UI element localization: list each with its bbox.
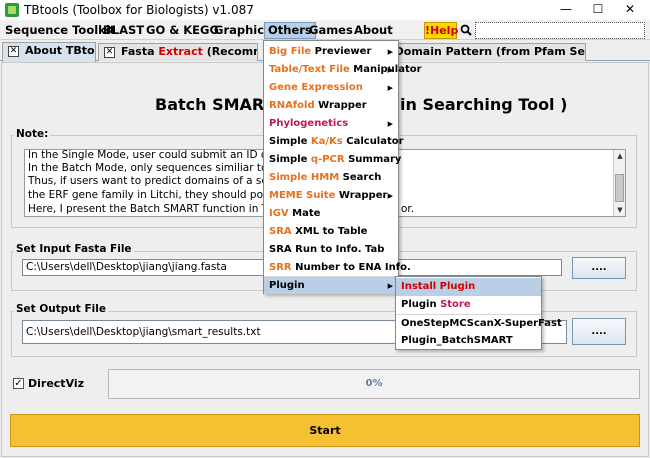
search-icon[interactable] — [460, 24, 472, 36]
menu-item-sra-run-to-info-tab[interactable]: SRA Run to Info. Tab — [264, 241, 398, 259]
window-title: TBtools (Toolbox for Biologists) v1.087 — [24, 3, 254, 17]
menu-games[interactable]: Games — [306, 22, 356, 39]
menu-item-label-accent: MEME Suite — [269, 190, 336, 201]
output-label: Set Output File — [14, 303, 108, 315]
menu-bar: Sequence Toolkit BLAST GO & KEGG Graphic… — [0, 20, 650, 40]
menu-item-label: Plugin_BatchSMART — [401, 335, 513, 346]
plugin-menu-item-plugin-store[interactable]: Plugin Store — [396, 296, 541, 314]
menu-item-label: Number to ENA Info. — [291, 262, 411, 273]
menu-item-label: Ka/Ks — [310, 136, 343, 147]
menu-item-big-file-previewer[interactable]: Big File Previewer ▶ — [264, 43, 398, 61]
menu-item-label: Previewer — [311, 46, 372, 57]
submenu-arrow-icon: ▶ — [387, 120, 393, 128]
menu-item-label-accent: Plugin — [401, 299, 441, 310]
menu-item-label: Wrapper — [314, 100, 367, 111]
menu-item-label: Manipulator — [349, 64, 422, 75]
menu-item-label: XML to Table — [291, 226, 368, 237]
close-button[interactable]: ✕ — [615, 1, 645, 18]
menu-item-gene-expression[interactable]: Gene Expression ▶ — [264, 79, 398, 97]
others-dropdown-menu: Big File Previewer ▶ Table/Text File Manip… — [263, 40, 422, 294]
page-title-tail: in Searching Tool ) — [400, 95, 568, 114]
menu-item-meme-suite-wrapper[interactable]: MEME Suite Wrapper ▶ — [264, 187, 398, 205]
menu-item-label: SRA Run to Info. Tab — [269, 244, 385, 255]
progress-bar: 0% — [108, 369, 640, 399]
input-label: Set Input Fasta File — [14, 243, 134, 255]
menu-item-table-text-manipulator[interactable]: Table/Text File Manipulator ▶ — [264, 61, 422, 79]
input-browse-button[interactable]: .... — [572, 257, 626, 279]
menu-item-srr-number-to-ena-info[interactable]: SRR Number to ENA Info. — [264, 259, 411, 277]
menu-item-label-accent: Table/Text File — [269, 64, 350, 75]
tab-label: Fasta — [121, 45, 159, 58]
menu-item-label-accent: SRR — [269, 262, 292, 273]
maximize-button[interactable]: ☐ — [583, 1, 613, 18]
menu-item-label: OneStepMCScanX-SuperFast — [401, 318, 562, 329]
menu-item-phylogenetics[interactable]: Phylogenetics ▶ — [264, 115, 398, 133]
menu-item-label-accent: IGV — [269, 208, 289, 219]
title-bar: TBtools (Toolbox for Biologists) v1.087 … — [0, 0, 650, 20]
menu-item-sra-xml-to-table[interactable]: SRA XML to Table — [264, 223, 398, 241]
directviz-checkbox[interactable]: ✓ — [13, 378, 24, 389]
tab-label-highlight: Extract — [158, 45, 203, 58]
tab-fasta-extract[interactable]: ✕ Fasta Extract (Recommended) — [98, 43, 258, 61]
menu-item-label-accent: Simple — [269, 136, 311, 147]
menu-item-label-accent: Install — [401, 281, 437, 292]
menu-item-simple-hmm-search[interactable]: Simple HMM Search — [264, 169, 398, 187]
plugin-menu-item-onestep-mcscanx-superfast[interactable]: OneStepMCScanX-SuperFast — [396, 314, 562, 332]
scroll-thumb[interactable] — [615, 174, 624, 202]
tab-label-tail: (Recommended) — [206, 45, 257, 58]
plugin-menu-item-plugin-batchsmart[interactable]: Plugin_BatchSMART — [396, 332, 541, 350]
menu-blast[interactable]: BLAST — [100, 22, 147, 39]
menu-item-simple-qpcr-summary[interactable]: Simple q-PCR Summary — [264, 151, 401, 169]
menu-item-label: Search — [339, 172, 382, 183]
search-input[interactable] — [475, 22, 645, 39]
submenu-arrow-icon: ▶ — [387, 84, 393, 92]
start-button[interactable]: Start — [10, 414, 640, 447]
app-icon — [5, 3, 19, 17]
submenu-arrow-icon: ▶ — [387, 48, 393, 56]
submenu-arrow-icon: ▶ — [387, 192, 393, 200]
minimize-button[interactable]: — — [551, 1, 581, 18]
submenu-arrow-icon: ▶ — [387, 66, 393, 74]
menu-item-label-tail: Calculator — [342, 136, 404, 147]
menu-item-label: Phylogenetics — [269, 118, 349, 129]
menu-item-label-accent: SRA — [269, 226, 292, 237]
close-tab-icon[interactable]: ✕ — [104, 47, 115, 58]
menu-item-label-accent: Simple — [269, 154, 311, 165]
tab-about-tbtools[interactable]: ✕ About TBtools — [2, 42, 96, 62]
close-tab-icon[interactable]: ✕ — [8, 46, 19, 57]
note-label: Note: — [14, 128, 51, 140]
menu-item-simple-ka-ks-calculator[interactable]: Simple Ka/Ks Calculator — [264, 133, 404, 151]
menu-item-igv-mate[interactable]: IGV Mate — [264, 205, 398, 223]
menu-item-label: Wrapper — [335, 190, 388, 201]
help-button[interactable]: !Help — [424, 22, 458, 39]
scroll-up-icon[interactable]: ▲ — [615, 151, 625, 161]
menu-item-label: q-PCR — [310, 154, 345, 165]
scroll-down-icon[interactable]: ▼ — [615, 205, 625, 215]
directviz-label: DirectViz — [28, 377, 85, 390]
submenu-arrow-icon: ▶ — [387, 282, 393, 290]
menu-item-label: Store — [440, 299, 471, 310]
progress-text: 0% — [365, 378, 383, 389]
menu-item-label-tail: Summary — [344, 154, 402, 165]
plugin-submenu: Install Plugin Plugin Store OneStepMCScanX… — [395, 276, 562, 350]
menu-item-label-accent: Big File — [269, 46, 312, 57]
menu-item-label: Mate — [288, 208, 321, 219]
note-scrollbar[interactable]: ▲ ▼ — [613, 150, 625, 216]
tab-label: About TBtools — [25, 44, 95, 57]
menu-item-plugin[interactable]: Plugin ▶ — [264, 276, 398, 294]
note-line-tail: or. — [401, 203, 415, 215]
menu-item-label-accent: Gene Expression — [269, 82, 363, 93]
menu-item-label-accent: Simple HMM — [269, 172, 340, 183]
menu-item-label-accent: RNAfold — [269, 100, 315, 111]
plugin-menu-item-install-plugin[interactable]: Install Plugin — [396, 278, 541, 296]
output-browse-button[interactable]: .... — [572, 318, 626, 345]
page-title: Batch SMART — [155, 95, 275, 114]
menu-item-label: Plugin — [436, 281, 476, 292]
menu-about[interactable]: About — [351, 22, 396, 39]
menu-item-label: Plugin — [269, 280, 305, 291]
menu-item-rnafold-wrapper[interactable]: RNAfold Wrapper — [264, 97, 398, 115]
